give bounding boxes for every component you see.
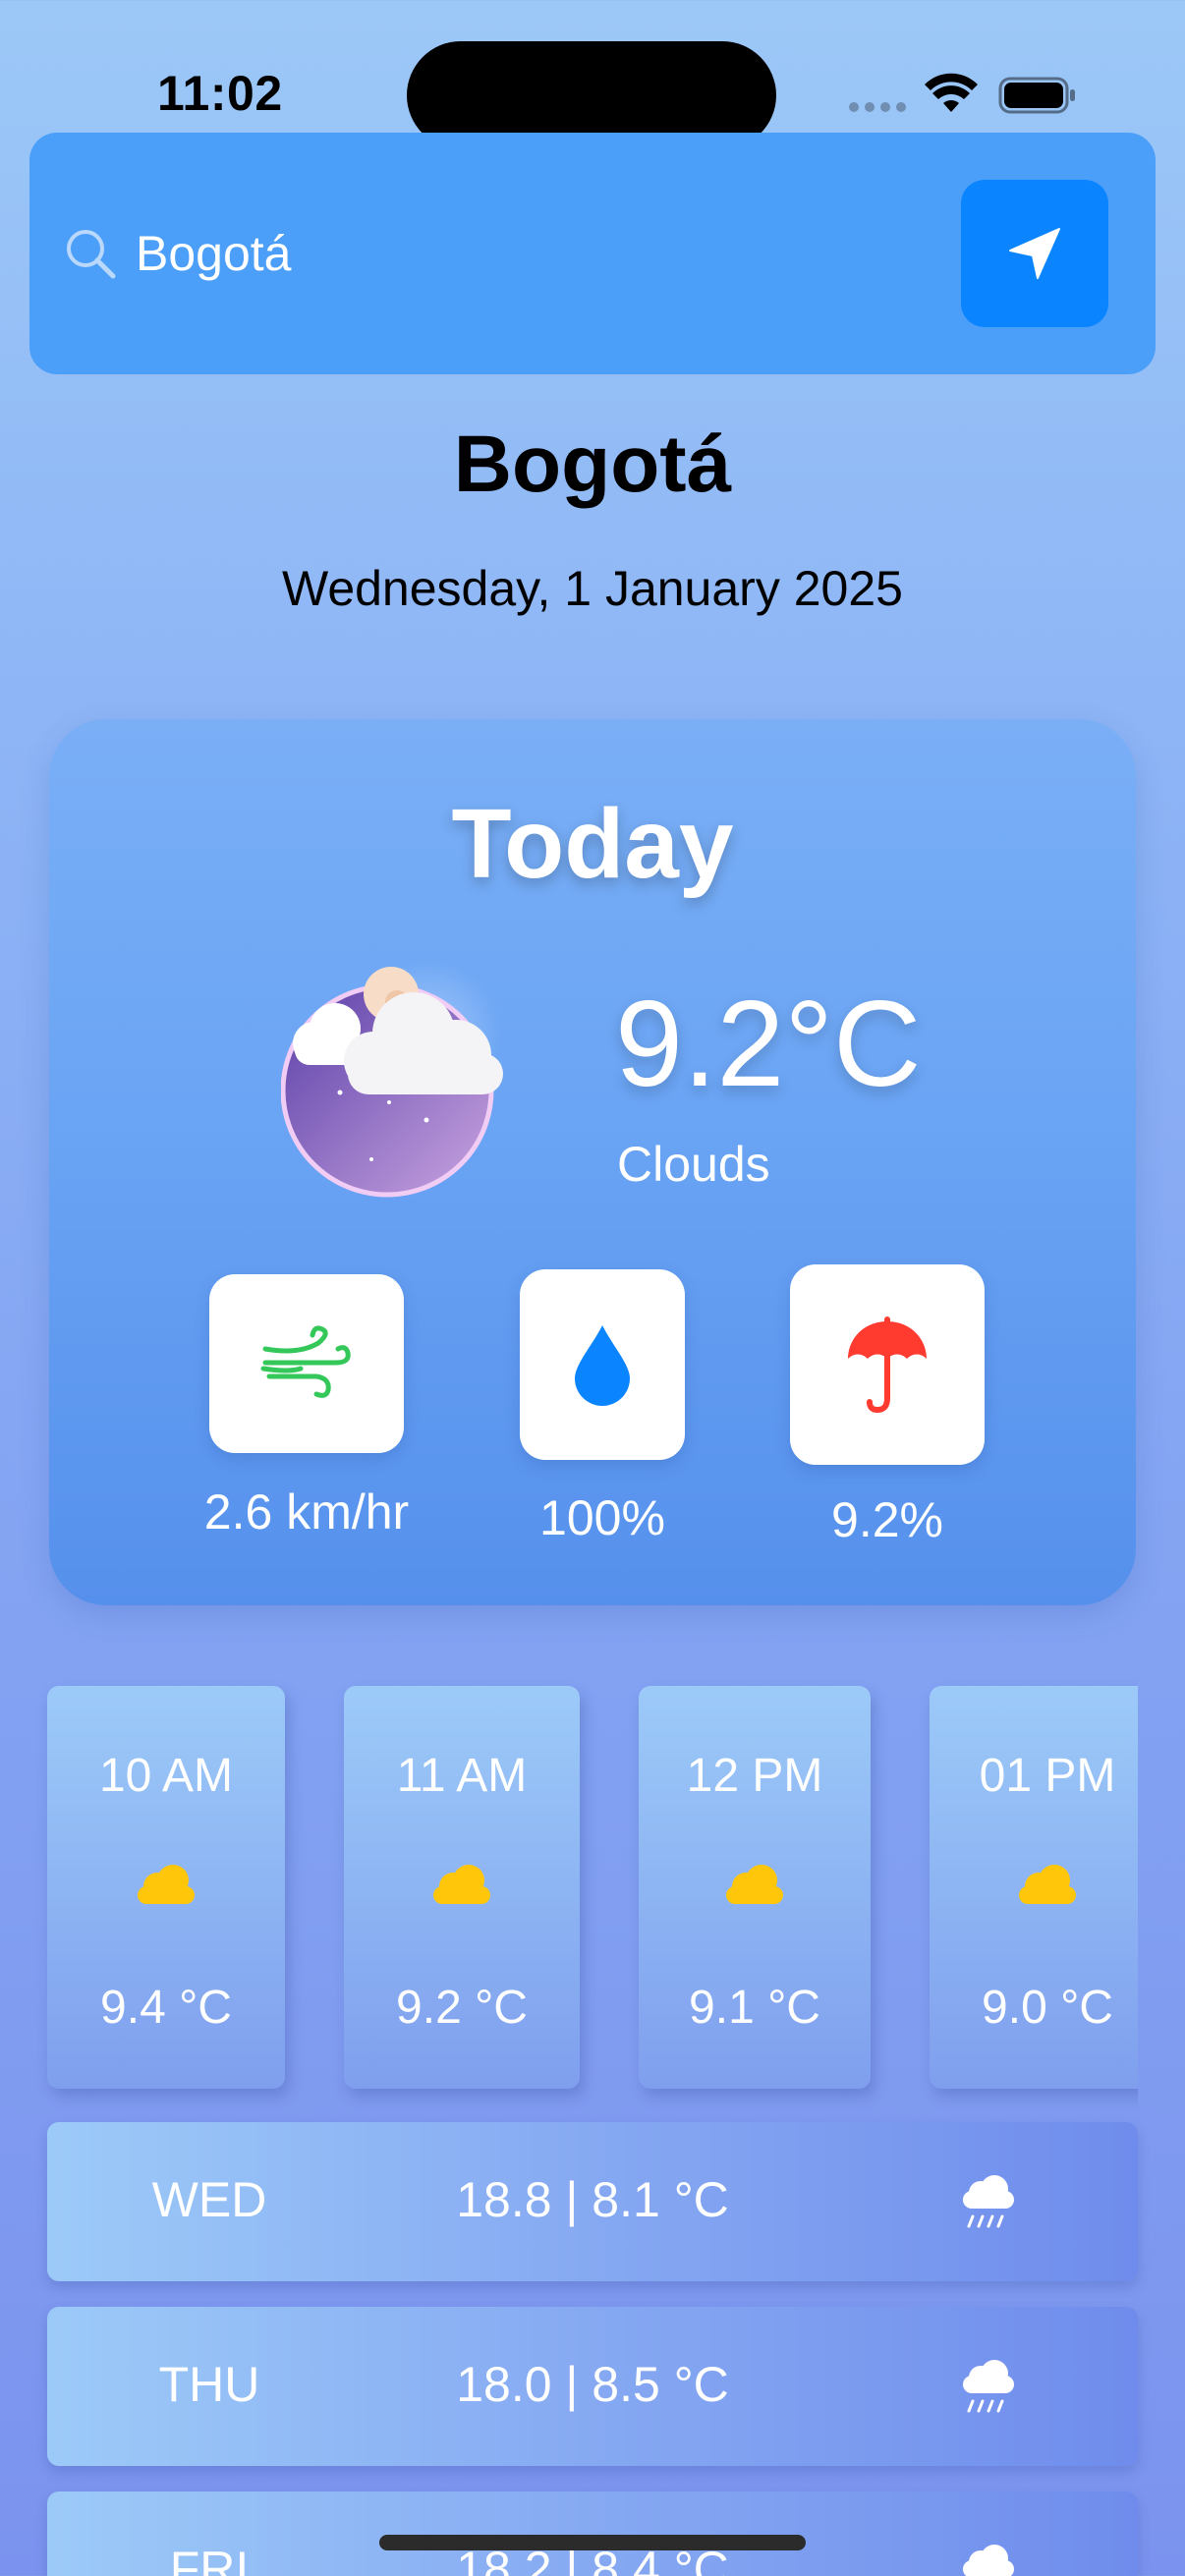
umbrella-icon: [848, 1316, 927, 1414]
status-time: 11:02: [157, 66, 283, 121]
day-temp-range: 18.8 | 8.1 °C: [456, 2172, 729, 2227]
daily-row[interactable]: THU 18.0 | 8.5 °C: [47, 2307, 1138, 2466]
precipitation-value: 9.2%: [831, 1492, 943, 1547]
hour-time: 10 AM: [98, 1750, 234, 1802]
hourly-card: 01 PM 9.0 °C: [930, 1686, 1138, 2089]
water-drop-icon: [575, 1325, 630, 1406]
day-name: THU: [158, 2357, 260, 2412]
hourly-card: 12 PM 9.1 °C: [639, 1686, 871, 2089]
cloud-icon: [138, 1865, 195, 1904]
current-location-button[interactable]: [961, 180, 1108, 327]
today-title: Today: [451, 789, 734, 899]
day-name: WED: [151, 2172, 267, 2227]
hour-time: 01 PM: [979, 1750, 1116, 1802]
wifi-icon: [925, 73, 978, 112]
cloudy-night-icon: [281, 960, 503, 1198]
wind-value: 2.6 km/hr: [203, 1484, 410, 1540]
search-bar: [29, 133, 1156, 374]
hour-temp: 9.4 °C: [100, 1982, 232, 2034]
cloud-icon: [433, 1865, 490, 1904]
wind-icon: [260, 1325, 351, 1398]
city-title: Bogotá: [453, 420, 732, 509]
current-temperature: 9.2°C: [615, 977, 922, 1112]
search-input[interactable]: [136, 219, 823, 288]
weather-condition: Clouds: [617, 1137, 770, 1192]
rain-cloud-icon: [963, 2545, 1014, 2576]
daily-row[interactable]: FRI 18.2 | 8.4 °C: [47, 2492, 1138, 2576]
daily-row[interactable]: WED 18.8 | 8.1 °C: [47, 2122, 1138, 2281]
humidity-value: 100%: [539, 1490, 665, 1545]
hourly-card: 10 AM 9.4 °C: [47, 1686, 285, 2089]
rain-cloud-icon: [963, 2360, 1014, 2413]
hour-temp: 9.0 °C: [982, 1982, 1113, 2034]
hour-time: 12 PM: [686, 1750, 823, 1802]
cloud-icon: [726, 1865, 783, 1904]
day-temp-range: 18.0 | 8.5 °C: [456, 2357, 729, 2412]
hour-temp: 9.1 °C: [689, 1982, 820, 2034]
location-arrow-icon: [1009, 228, 1060, 279]
hourly-card: 11 AM 9.2 °C: [344, 1686, 580, 2089]
hour-temp: 9.2 °C: [396, 1982, 528, 2034]
cloud-icon: [1019, 1865, 1076, 1904]
rain-cloud-icon: [963, 2175, 1014, 2228]
today-card: Today 9.2°C Clouds 2.6 km/hr 100% 9.2%: [49, 719, 1136, 1605]
search-icon: [67, 230, 116, 279]
home-indicator[interactable]: [379, 2535, 806, 2550]
battery-icon: [998, 77, 1075, 114]
cellular-signal-icon: [849, 102, 906, 112]
humidity-tile: [520, 1269, 685, 1460]
hour-time: 11 AM: [396, 1750, 528, 1802]
day-name: FRI: [169, 2542, 250, 2576]
date-text: Wednesday, 1 January 2025: [282, 561, 903, 616]
wind-tile: [209, 1274, 404, 1453]
precipitation-tile: [790, 1264, 985, 1465]
